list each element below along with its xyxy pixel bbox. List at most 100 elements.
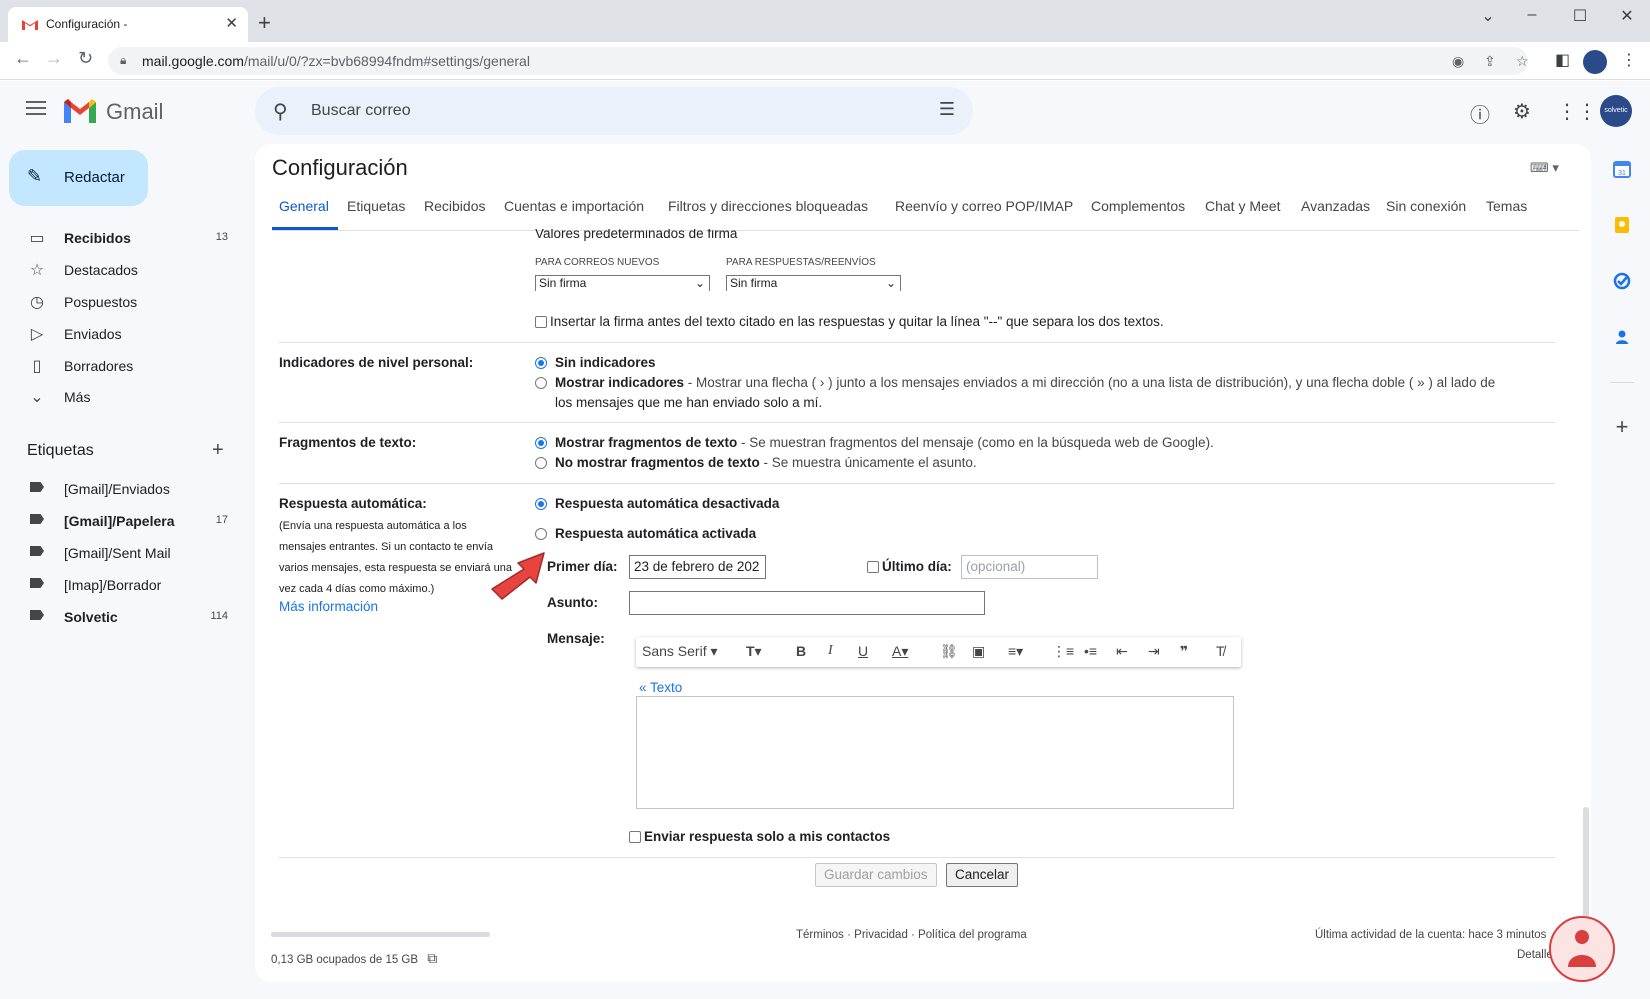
insert-signature-checkbox[interactable] bbox=[535, 316, 547, 328]
label-gmail-papelera[interactable]: [Gmail]/Papelera 17 bbox=[26, 506, 236, 536]
tab-labels[interactable]: Etiquetas bbox=[347, 198, 405, 214]
outdent-icon[interactable]: ⇤ bbox=[1116, 643, 1128, 660]
autoreply-on-radio[interactable] bbox=[535, 528, 547, 540]
side-panel-icon[interactable]: ◧ bbox=[1555, 50, 1570, 70]
minimize-button[interactable]: – bbox=[1512, 6, 1552, 24]
keep-icon[interactable] bbox=[1610, 216, 1634, 240]
hide-snippets-radio[interactable] bbox=[535, 457, 547, 469]
label-gmail-enviados[interactable]: [Gmail]/Enviados bbox=[26, 474, 236, 504]
add-label-icon[interactable]: + bbox=[212, 439, 224, 462]
reload-icon[interactable]: ↻ bbox=[78, 48, 93, 69]
image-icon[interactable]: ▣ bbox=[972, 643, 985, 660]
autoreply-off-radio[interactable] bbox=[535, 498, 547, 510]
tab-forwarding[interactable]: Reenvío y correo POP/IMAP bbox=[895, 198, 1073, 214]
last-day-checkbox[interactable] bbox=[867, 561, 879, 573]
align-icon[interactable]: ≡▾ bbox=[1008, 643, 1023, 660]
text-color-icon[interactable]: A▾ bbox=[892, 643, 908, 660]
tab-accounts[interactable]: Cuentas e importación bbox=[504, 198, 644, 214]
first-day-input[interactable]: 23 de febrero de 202 bbox=[629, 555, 766, 579]
font-select[interactable]: Sans Serif ▾ bbox=[642, 643, 718, 660]
underline-icon[interactable]: U bbox=[858, 643, 868, 659]
account-avatar[interactable]: solvetic bbox=[1600, 95, 1632, 127]
share-icon[interactable]: ⇪ bbox=[1484, 53, 1496, 70]
insert-signature-option[interactable]: Insertar la firma antes del texto citado… bbox=[535, 314, 1164, 329]
remove-format-icon[interactable]: T̸ bbox=[1216, 643, 1225, 659]
last-day-option[interactable]: Último día: bbox=[867, 559, 952, 574]
more-info-link[interactable]: Más información bbox=[279, 599, 378, 614]
text-size-icon[interactable]: T▾ bbox=[746, 643, 762, 660]
quote-icon[interactable]: ❞ bbox=[1180, 643, 1188, 660]
new-tab-button[interactable]: + bbox=[258, 10, 271, 36]
tab-offline[interactable]: Sin conexión bbox=[1386, 198, 1466, 214]
signature-reply-select[interactable]: Sin firma ⌄ bbox=[726, 275, 901, 291]
browser-tab[interactable]: Configuración - ✕ bbox=[8, 7, 248, 42]
address-bar[interactable]: 🔒︎ mail.google.com/mail/u/0/?zx=bvb68994… bbox=[108, 47, 1528, 75]
window-close-button[interactable]: ✕ bbox=[1607, 6, 1647, 26]
signature-new-select[interactable]: Sin firma ⌄ bbox=[535, 275, 710, 291]
message-editor[interactable] bbox=[636, 696, 1234, 809]
plain-text-link[interactable]: « Texto bbox=[639, 680, 682, 695]
cancel-button[interactable]: Cancelar bbox=[946, 863, 1019, 887]
nav-starred[interactable]: ☆ Destacados bbox=[26, 255, 236, 285]
compose-button[interactable]: ✎ Redactar bbox=[9, 150, 148, 206]
tab-advanced[interactable]: Avanzadas bbox=[1301, 198, 1370, 214]
label-imap-borrador[interactable]: [Imap]/Borrador bbox=[26, 570, 236, 600]
save-changes-button[interactable]: Guardar cambios bbox=[815, 863, 937, 887]
label-solvetic[interactable]: Solvetic 114 bbox=[26, 602, 236, 632]
italic-icon[interactable]: I bbox=[828, 643, 833, 659]
tab-inbox[interactable]: Recibidos bbox=[424, 198, 485, 214]
indent-icon[interactable]: ⇥ bbox=[1148, 643, 1160, 660]
show-indicators-radio[interactable] bbox=[535, 377, 547, 389]
show-indicators-option[interactable]: Mostrar indicadores - Mostrar una flecha… bbox=[535, 375, 1495, 390]
chrome-menu-icon[interactable]: ⋮ bbox=[1621, 50, 1637, 70]
tab-addons[interactable]: Complementos bbox=[1091, 198, 1185, 214]
nav-sent[interactable]: ▷ Enviados bbox=[26, 319, 236, 349]
bulleted-list-icon[interactable]: •≡ bbox=[1084, 643, 1097, 659]
bold-icon[interactable]: B bbox=[796, 643, 806, 659]
get-addons-icon[interactable]: + bbox=[1610, 414, 1634, 439]
last-day-input[interactable]: (opcional) bbox=[961, 555, 1098, 579]
search-input[interactable]: Buscar correo bbox=[311, 102, 411, 120]
show-snippets-radio[interactable] bbox=[535, 437, 547, 449]
footer-links[interactable]: Términos · Privacidad · Política del pro… bbox=[796, 929, 1027, 941]
contacts-icon[interactable] bbox=[1610, 328, 1634, 352]
tasks-icon[interactable] bbox=[1610, 272, 1634, 296]
no-indicators-option[interactable]: Sin indicadores bbox=[535, 355, 656, 370]
nav-more[interactable]: ⌄ Más bbox=[26, 382, 236, 412]
apps-grid-icon[interactable]: ⋮⋮ bbox=[1557, 99, 1597, 124]
input-tools-icon[interactable]: ⌨ ▾ bbox=[1530, 160, 1559, 176]
eye-icon[interactable]: ◉ bbox=[1452, 53, 1464, 70]
tab-filters[interactable]: Filtros y direcciones bloqueadas bbox=[668, 198, 868, 214]
bookmark-star-icon[interactable]: ☆ bbox=[1516, 53, 1529, 70]
external-link-icon[interactable]: ⧉ bbox=[427, 950, 437, 966]
search-icon[interactable]: ⚲ bbox=[273, 99, 288, 124]
subject-input[interactable] bbox=[629, 591, 985, 615]
settings-gear-icon[interactable]: ⚙ bbox=[1513, 99, 1531, 124]
numbered-list-icon[interactable]: ⋮≡ bbox=[1052, 643, 1074, 660]
link-icon[interactable]: ⛓ bbox=[940, 643, 958, 660]
search-bar[interactable]: ⚲ Buscar correo ☰ bbox=[255, 87, 973, 135]
tab-chat-meet[interactable]: Chat y Meet bbox=[1205, 198, 1280, 214]
nav-inbox[interactable]: ▭ Recibidos 13 bbox=[26, 223, 236, 253]
calendar-icon[interactable]: 31 bbox=[1610, 160, 1634, 184]
label-gmail-sent-mail[interactable]: [Gmail]/Sent Mail bbox=[26, 538, 236, 568]
no-indicators-radio[interactable] bbox=[535, 357, 547, 369]
autoreply-off-option[interactable]: Respuesta automática desactivada bbox=[535, 496, 779, 511]
contacts-only-option[interactable]: Enviar respuesta solo a mis contactos bbox=[629, 829, 890, 844]
back-icon[interactable]: ← bbox=[14, 48, 32, 69]
show-snippets-option[interactable]: Mostrar fragmentos de texto - Se muestra… bbox=[535, 435, 1214, 450]
contacts-only-checkbox[interactable] bbox=[629, 831, 641, 843]
tab-search-icon[interactable]: ⌄ bbox=[1468, 6, 1508, 26]
maximize-button[interactable]: ☐ bbox=[1560, 6, 1600, 26]
tab-general[interactable]: General bbox=[279, 198, 329, 214]
tab-themes[interactable]: Temas bbox=[1486, 198, 1527, 214]
profile-avatar[interactable] bbox=[1583, 50, 1607, 74]
main-menu-icon[interactable] bbox=[26, 101, 46, 115]
autoreply-on-option[interactable]: Respuesta automática activada bbox=[535, 526, 756, 541]
forward-icon[interactable]: → bbox=[45, 48, 63, 69]
search-options-icon[interactable]: ☰ bbox=[939, 99, 955, 120]
tab-close-icon[interactable]: ✕ bbox=[225, 14, 238, 32]
hide-snippets-option[interactable]: No mostrar fragmentos de texto - Se mues… bbox=[535, 455, 977, 470]
help-icon[interactable]: ⓘ bbox=[1470, 99, 1490, 128]
nav-drafts[interactable]: ▯ Borradores bbox=[26, 351, 236, 381]
